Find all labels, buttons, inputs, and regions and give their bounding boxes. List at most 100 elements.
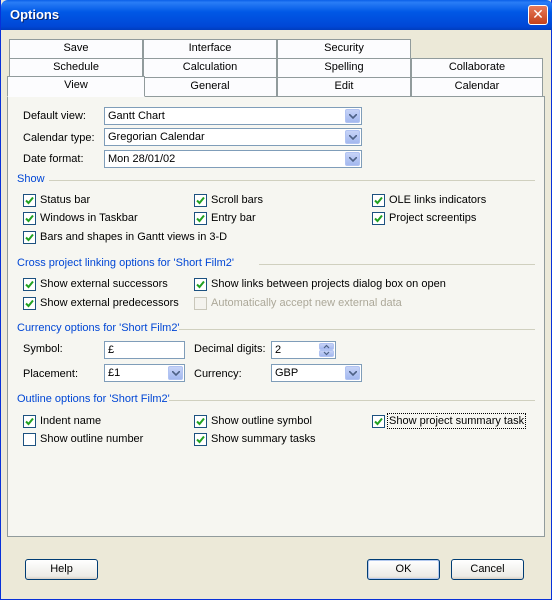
- entry-bar-checkbox[interactable]: Entry bar: [194, 212, 334, 226]
- help-button[interactable]: Help: [25, 559, 98, 580]
- checkbox-label: Show external predecessors: [40, 297, 179, 309]
- chevron-down-icon[interactable]: [345, 109, 360, 123]
- checkbox-label: OLE links indicators: [389, 194, 487, 206]
- date-format-label: Date format:: [23, 153, 84, 165]
- section-divider: [49, 180, 535, 181]
- checkmark-icon: [196, 280, 205, 289]
- checkbox-box: [23, 278, 36, 291]
- ok-button[interactable]: OK: [367, 559, 440, 580]
- section-divider: [169, 400, 535, 401]
- cancel-button[interactable]: Cancel: [451, 559, 524, 580]
- checkbox-label: Show outline number: [40, 433, 144, 445]
- show-summary-tasks-checkbox[interactable]: Show summary tasks: [194, 433, 344, 447]
- checkbox-label: Status bar: [40, 194, 91, 206]
- checkbox-label: Show project summary task: [386, 413, 527, 429]
- section-divider: [259, 264, 535, 265]
- checkbox-label: Entry bar: [211, 212, 256, 224]
- chevron-down-icon[interactable]: [168, 366, 183, 380]
- checkbox-label: Show links between projects dialog box o…: [211, 278, 446, 290]
- calendar-type-dropdown[interactable]: Gregorian Calendar: [104, 128, 362, 146]
- tab-security[interactable]: Security: [277, 39, 411, 58]
- indent-name-checkbox[interactable]: Indent name: [23, 415, 173, 429]
- chevron-down-icon[interactable]: [345, 130, 360, 144]
- tab-schedule[interactable]: Schedule: [9, 58, 143, 77]
- currency-label: Currency:: [194, 368, 242, 380]
- show-project-summary-checkbox[interactable]: Show project summary task: [372, 413, 532, 429]
- checkbox-box: [23, 415, 36, 428]
- checkmark-icon: [25, 214, 34, 223]
- checkbox-label: Show outline symbol: [211, 415, 312, 427]
- checkmark-icon: [196, 196, 205, 205]
- close-button[interactable]: ✕: [528, 5, 548, 25]
- tab-interface[interactable]: Interface: [143, 39, 277, 58]
- placement-dropdown[interactable]: £1: [104, 364, 185, 382]
- checkbox-box: [194, 194, 207, 207]
- decimal-digits-stepper[interactable]: 2: [271, 341, 336, 359]
- checkbox-box: [194, 278, 207, 291]
- placement-value: £1: [108, 367, 121, 379]
- default-view-dropdown[interactable]: Gantt Chart: [104, 107, 362, 125]
- external-successors-checkbox[interactable]: Show external successors: [23, 278, 193, 292]
- symbol-label: Symbol:: [23, 343, 63, 355]
- auto-accept-checkbox[interactable]: Automatically accept new external data: [194, 297, 414, 311]
- chevron-down-icon[interactable]: [345, 152, 360, 166]
- section-divider: [179, 329, 535, 330]
- symbol-input[interactable]: £: [104, 341, 185, 359]
- tab-calculation[interactable]: Calculation: [143, 58, 277, 77]
- chevron-down-icon[interactable]: [345, 366, 360, 380]
- tab-view[interactable]: View: [7, 76, 145, 97]
- checkbox-label: Windows in Taskbar: [40, 212, 138, 224]
- date-format-dropdown[interactable]: Mon 28/01/02: [104, 150, 362, 168]
- window-title: Options: [10, 7, 60, 22]
- outline-section-title: Outline options for 'Short Film2': [17, 393, 170, 405]
- spin-up-icon[interactable]: [319, 343, 334, 350]
- tab-calendar[interactable]: Calendar: [411, 77, 543, 96]
- checkbox-box: [194, 297, 207, 310]
- tab-collaborate[interactable]: Collaborate: [411, 58, 543, 77]
- decimal-digits-label: Decimal digits:: [194, 343, 266, 355]
- checkbox-box: [23, 297, 36, 310]
- show-outline-number-checkbox[interactable]: Show outline number: [23, 433, 173, 447]
- show-section-title: Show: [17, 173, 45, 185]
- default-view-value: Gantt Chart: [108, 110, 165, 122]
- show-outline-symbol-checkbox[interactable]: Show outline symbol: [194, 415, 344, 429]
- placement-label: Placement:: [23, 368, 79, 380]
- checkbox-label: Show external successors: [40, 278, 168, 290]
- checkbox-label: Bars and shapes in Gantt views in 3-D: [40, 231, 228, 243]
- scroll-bars-checkbox[interactable]: Scroll bars: [194, 194, 334, 208]
- external-predecessors-checkbox[interactable]: Show external predecessors: [23, 297, 193, 311]
- checkbox-label: Indent name: [40, 415, 102, 427]
- checkmark-icon: [374, 417, 383, 426]
- ole-links-checkbox[interactable]: OLE links indicators: [372, 194, 522, 208]
- checkbox-label: Scroll bars: [211, 194, 263, 206]
- checkbox-label: Show summary tasks: [211, 433, 316, 445]
- show-links-dialog-checkbox[interactable]: Show links between projects dialog box o…: [194, 278, 454, 292]
- checkmark-icon: [374, 214, 383, 223]
- checkmark-icon: [25, 299, 34, 308]
- spin-down-icon[interactable]: [319, 350, 334, 357]
- checkmark-icon: [196, 417, 205, 426]
- tab-save[interactable]: Save: [9, 39, 143, 58]
- tab-edit[interactable]: Edit: [277, 77, 411, 96]
- checkbox-box: [194, 415, 207, 428]
- project-screentips-checkbox[interactable]: Project screentips: [372, 212, 522, 226]
- currency-section-title: Currency options for 'Short Film2': [17, 322, 180, 334]
- tab-spelling[interactable]: Spelling: [277, 58, 411, 77]
- status-bar-checkbox[interactable]: Status bar: [23, 194, 163, 208]
- close-icon: ✕: [532, 6, 544, 22]
- date-format-value: Mon 28/01/02: [108, 153, 176, 165]
- checkbox-box: [372, 212, 385, 225]
- checkbox-box: [194, 433, 207, 446]
- currency-value: GBP: [275, 367, 299, 379]
- checkbox-box: [23, 212, 36, 225]
- checkmark-icon: [25, 196, 34, 205]
- options-dialog: Options ✕ Save Interface Security Schedu…: [0, 0, 552, 600]
- checkmark-icon: [196, 214, 205, 223]
- bars-3d-checkbox[interactable]: Bars and shapes in Gantt views in 3-D: [23, 231, 283, 245]
- currency-dropdown[interactable]: GBP: [271, 364, 362, 382]
- symbol-value: £: [108, 344, 115, 356]
- title-bar[interactable]: Options ✕: [1, 0, 552, 30]
- tab-general[interactable]: General: [143, 77, 277, 96]
- checkbox-box: [194, 212, 207, 225]
- windows-taskbar-checkbox[interactable]: Windows in Taskbar: [23, 212, 163, 226]
